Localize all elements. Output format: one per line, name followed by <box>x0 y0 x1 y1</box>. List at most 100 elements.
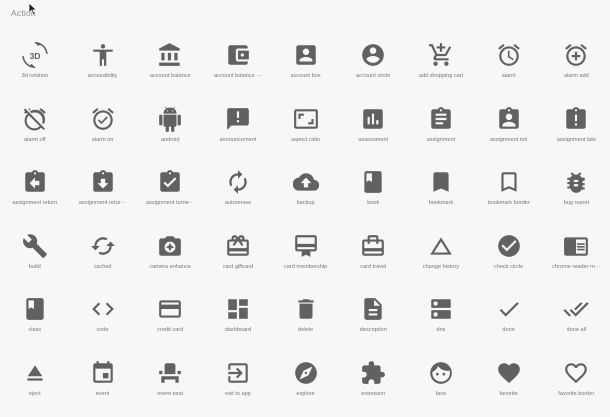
icon-tile-done-all[interactable]: done all <box>543 290 610 354</box>
icon-label: 3d rotation <box>22 73 48 79</box>
dashboard-icon <box>225 296 251 322</box>
icon-label: account box <box>291 73 321 79</box>
icon-tile-book[interactable]: book <box>339 163 407 227</box>
icon-tile-announcement[interactable]: announcement <box>204 100 272 164</box>
icon-tile-alarm-off[interactable]: alarm off <box>1 100 69 164</box>
icon-tile-bug-report[interactable]: bug report <box>543 163 610 227</box>
code-icon <box>90 296 116 322</box>
icon-tile-alarm-on[interactable]: alarm on <box>69 100 137 164</box>
delete-icon <box>293 296 319 322</box>
icon-label: favorite <box>499 391 517 397</box>
description-icon <box>360 296 386 322</box>
icon-label: alarm <box>502 73 516 79</box>
icon-label: backup <box>297 200 315 206</box>
favorite-icon <box>496 360 522 386</box>
icon-tile-dashboard[interactable]: dashboard <box>204 290 272 354</box>
icon-label: assignment return <box>12 200 57 206</box>
icon-tile-assignment-returned[interactable]: assignment retur··· <box>69 163 137 227</box>
add-shopping-cart-icon <box>428 42 454 68</box>
icon-label: autorenew <box>225 200 251 206</box>
icon-tile-assignment-ind[interactable]: assignment ind <box>475 100 543 164</box>
accessibility-icon <box>90 42 116 68</box>
icon-label: event <box>96 391 110 397</box>
icon-tile-assignment-turned-in[interactable]: assignment turne··· <box>136 163 204 227</box>
icon-tile-change-history[interactable]: change history <box>407 227 475 291</box>
bug-report-icon <box>563 169 589 195</box>
icon-tile-assignment-return[interactable]: assignment return <box>1 163 69 227</box>
3d-rotation-icon: 3D <box>22 42 48 68</box>
icon-tile-3d-rotation[interactable]: 3D 3d rotation <box>1 36 69 100</box>
icon-label: account balance <box>150 73 191 79</box>
icon-tile-assignment-late[interactable]: assignment late <box>543 100 610 164</box>
card-travel-icon <box>360 233 386 259</box>
icon-tile-assignment[interactable]: assignment <box>407 100 475 164</box>
icon-tile-card-membership[interactable]: card membership <box>272 227 340 291</box>
icon-tile-eject[interactable]: eject <box>1 354 69 417</box>
icon-label: code <box>96 327 108 333</box>
icon-tile-exit-to-app[interactable]: exit to app <box>204 354 272 417</box>
icon-tile-favorite-border[interactable]: favorite border <box>543 354 610 417</box>
event-seat-icon <box>157 360 183 386</box>
assignment-turned-in-icon <box>157 169 183 195</box>
icon-grid: 3D 3d rotation accessibility account balanc… <box>1 36 610 417</box>
icon-tile-class[interactable]: class <box>1 290 69 354</box>
icon-tile-check-circle[interactable]: check circle <box>475 227 543 291</box>
icon-tile-chrome-reader-mode[interactable]: chrome reader m··· <box>543 227 610 291</box>
icon-tile-android[interactable]: android <box>136 100 204 164</box>
icon-label: done <box>502 327 514 333</box>
icon-tile-face[interactable]: face <box>407 354 475 417</box>
icon-label: account circle <box>356 73 390 79</box>
icon-tile-autorenew[interactable]: autorenew <box>204 163 272 227</box>
done-icon <box>496 296 522 322</box>
icon-tile-add-shopping-cart[interactable]: add shopping cart <box>407 36 475 100</box>
icon-tile-explore[interactable]: explore <box>272 354 340 417</box>
icon-tile-alarm[interactable]: alarm <box>475 36 543 100</box>
icon-tile-account-box[interactable]: account box <box>272 36 340 100</box>
icon-tile-dns[interactable]: dns <box>407 290 475 354</box>
icon-tile-build[interactable]: build <box>1 227 69 291</box>
icon-tile-credit-card[interactable]: credit card <box>136 290 204 354</box>
icon-tile-account-circle[interactable]: account circle <box>339 36 407 100</box>
icon-tile-backup[interactable]: backup <box>272 163 340 227</box>
icon-label: dns <box>436 327 445 333</box>
account-balance-icon <box>157 42 183 68</box>
icon-label: done all <box>567 327 587 333</box>
icon-tile-alarm-add[interactable]: alarm add <box>543 36 610 100</box>
icon-tile-event[interactable]: event <box>69 354 137 417</box>
icon-label: event seat <box>157 391 183 397</box>
icon-label: alarm off <box>24 137 46 143</box>
icon-label: exit to app <box>225 391 251 397</box>
section-title: Action <box>11 8 36 18</box>
icon-tile-delete[interactable]: delete <box>272 290 340 354</box>
icon-label: card giftcard <box>223 264 254 270</box>
account-balance-wallet-icon <box>225 42 251 68</box>
icon-tile-aspect-ratio[interactable]: aspect ratio <box>272 100 340 164</box>
icon-tile-card-travel[interactable]: card travel <box>339 227 407 291</box>
icon-tile-done[interactable]: done <box>475 290 543 354</box>
class-icon <box>22 296 48 322</box>
icon-tile-extension[interactable]: extension <box>339 354 407 417</box>
account-box-icon <box>293 42 319 68</box>
icon-label: bookmark <box>429 200 454 206</box>
icon-tile-accessibility[interactable]: accessibility <box>69 36 137 100</box>
icon-label: credit card <box>157 327 183 333</box>
icon-tile-account-balance-wallet[interactable]: account balance ··· <box>204 36 272 100</box>
icon-label: favorite border <box>558 391 594 397</box>
icon-tile-bookmark[interactable]: bookmark <box>407 163 475 227</box>
icon-label: assignment <box>427 137 456 143</box>
icon-tile-code[interactable]: code <box>69 290 137 354</box>
cached-icon <box>90 233 116 259</box>
autorenew-icon <box>225 169 251 195</box>
icon-tile-card-giftcard[interactable]: card giftcard <box>204 227 272 291</box>
icon-tile-account-balance[interactable]: account balance <box>136 36 204 100</box>
icon-tile-bookmark-border[interactable]: bookmark border <box>475 163 543 227</box>
icon-tile-assessment[interactable]: assessment <box>339 100 407 164</box>
icon-tile-description[interactable]: description <box>339 290 407 354</box>
camera-enhance-icon <box>157 233 183 259</box>
icon-tile-camera-enhance[interactable]: camera enhance <box>136 227 204 291</box>
icon-tile-event-seat[interactable]: event seat <box>136 354 204 417</box>
icon-label: assessment <box>358 137 388 143</box>
icon-tile-cached[interactable]: cached <box>69 227 137 291</box>
icon-tile-favorite[interactable]: favorite <box>475 354 543 417</box>
icon-label: extension <box>361 391 385 397</box>
